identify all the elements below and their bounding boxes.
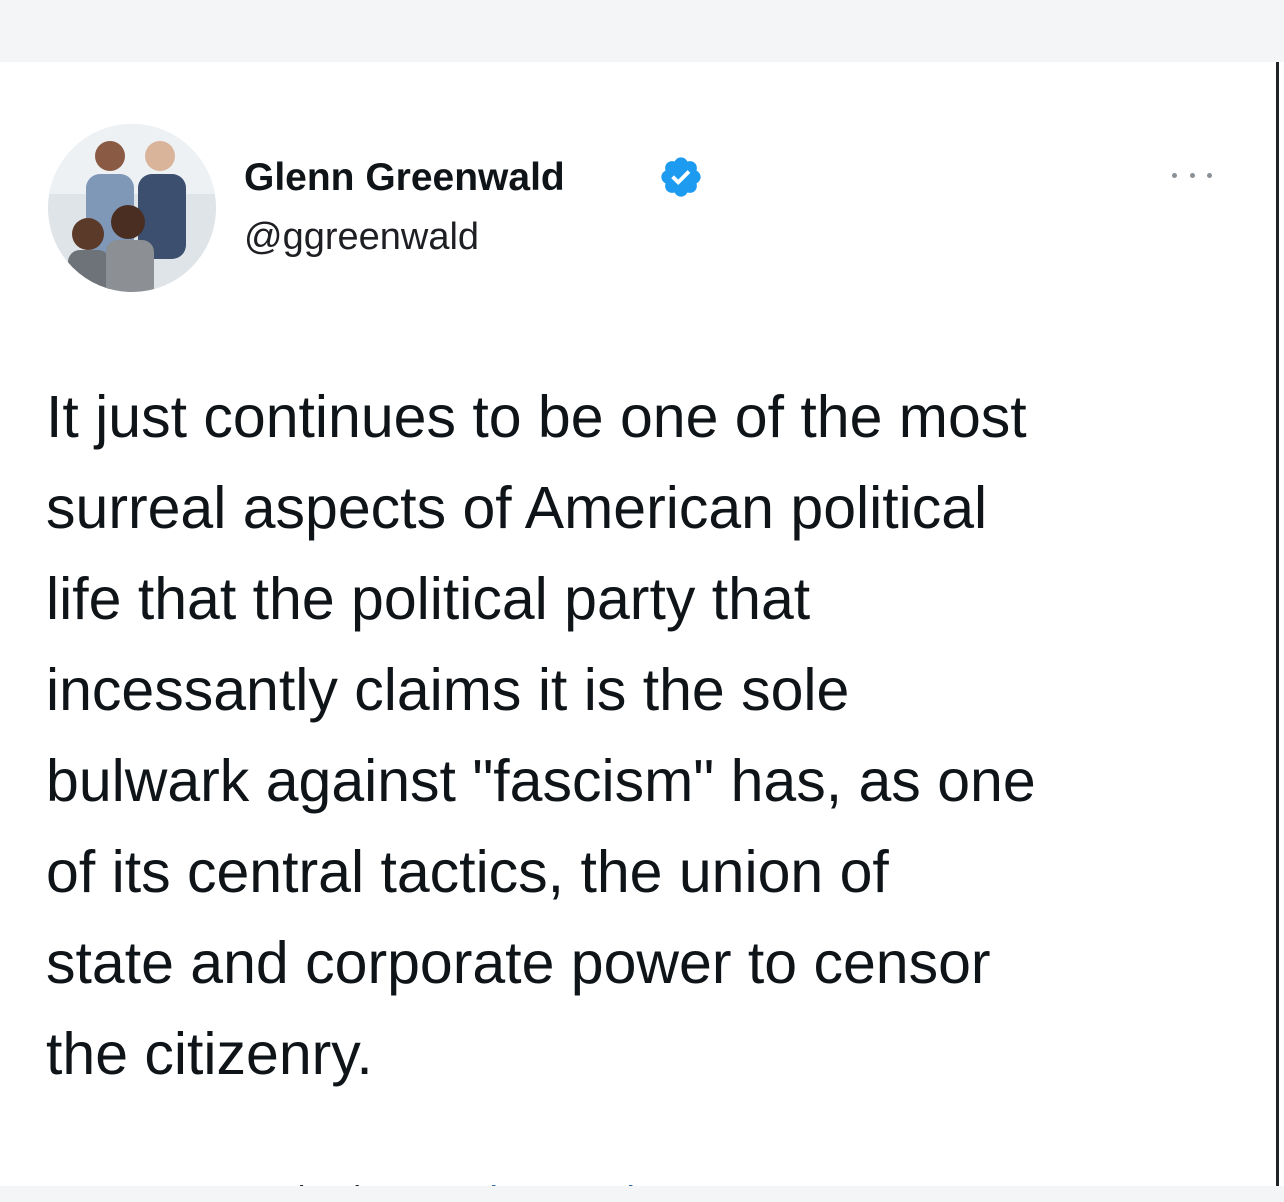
verified-badge-icon bbox=[661, 157, 701, 197]
author-display-name[interactable]: Glenn Greenwald bbox=[244, 154, 565, 202]
tweet-text: It just continues to be one of the most … bbox=[46, 372, 1236, 1100]
tweet-text-line: the citizenry. bbox=[46, 1021, 373, 1087]
tweet-text-line: state and corporate power to censor bbox=[46, 930, 991, 996]
top-margin bbox=[0, 0, 1284, 62]
tweet-text-line: life that the political party that bbox=[46, 566, 811, 632]
author-handle[interactable]: @ggreenwald bbox=[244, 214, 479, 260]
bottom-margin bbox=[0, 1186, 1284, 1202]
more-options-icon[interactable] bbox=[1172, 168, 1212, 182]
profile-photo-icon bbox=[48, 124, 216, 292]
tweet-text-line: incessantly claims it is the sole bbox=[46, 657, 850, 723]
tweet-card: Glenn Greenwald @ggreenwald It just cont… bbox=[0, 62, 1279, 1202]
author-avatar[interactable] bbox=[48, 124, 216, 292]
tweet-text-line: It just continues to be one of the most bbox=[46, 384, 1027, 450]
tweet-text-line: bulwark against "fascism" has, as one bbox=[46, 748, 1036, 814]
tweet-text-line: of its central tactics, the union of bbox=[46, 839, 889, 905]
tweet-text-line: surreal aspects of American political bbox=[46, 475, 988, 541]
